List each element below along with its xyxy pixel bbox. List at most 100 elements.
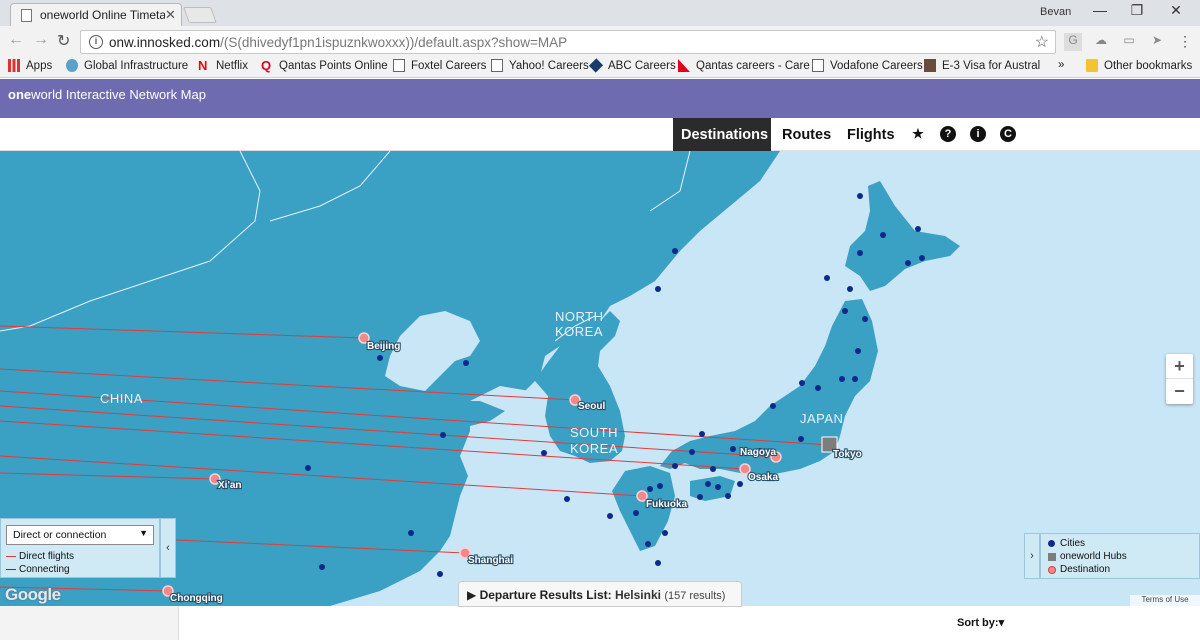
- folder-icon: [1086, 59, 1098, 72]
- city-dot-icon: [1048, 540, 1055, 547]
- connection-type-select[interactable]: Direct or connection ▼: [6, 525, 154, 545]
- url-path: /(S(dhivedyf1pn1ispuznkwoxxx))/default.a…: [220, 34, 568, 50]
- close-tab-icon[interactable]: ✕: [165, 7, 181, 23]
- select-value: Direct or connection: [13, 529, 107, 541]
- expand-arrow-icon: ▶: [467, 588, 477, 602]
- legend-cities: Cities: [1048, 538, 1085, 549]
- back-icon[interactable]: ←: [8, 31, 24, 49]
- bookmark-abc-careers[interactable]: ABC Careers: [588, 58, 676, 73]
- apps-grid-icon: [8, 59, 20, 72]
- label-south-korea-2: KOREA: [570, 441, 618, 456]
- collapse-left-panel-button[interactable]: ‹: [160, 518, 176, 578]
- bookmark-e3-visa[interactable]: E-3 Visa for Australian: [924, 59, 1040, 72]
- favorites-star-icon[interactable]: ★: [910, 126, 926, 142]
- dropdown-arrow-icon: ▼: [139, 528, 148, 538]
- bookmark-label: Vodafone Careers: [830, 59, 923, 72]
- legend-connecting-label: Connecting: [19, 564, 70, 575]
- bookmarks-bar: Apps Global Infrastructure N Netflix Q Q…: [0, 56, 1200, 78]
- label-north-korea-1: NORTH: [555, 309, 603, 324]
- bookmark-vodafone-careers[interactable]: Vodafone Careers: [812, 59, 923, 72]
- hub-square-icon: [1048, 552, 1056, 561]
- page-icon: [812, 59, 824, 72]
- bookmark-netflix[interactable]: N Netflix: [198, 59, 248, 72]
- google-logo: Google: [5, 585, 61, 604]
- bookmark-label: Yahoo! Careers: [509, 59, 589, 72]
- sort-by-dropdown[interactable]: Sort by:▾: [957, 616, 1004, 629]
- other-bookmarks-label: Other bookmarks: [1104, 59, 1193, 72]
- bookmark-label: Qantas Points Online: [279, 59, 388, 72]
- new-tab-button[interactable]: [183, 7, 217, 23]
- tab-routes[interactable]: Routes: [774, 118, 839, 151]
- expand-right-panel-button[interactable]: ›: [1024, 533, 1040, 579]
- label-chongqing: Chongqing: [170, 593, 223, 604]
- cast-icon[interactable]: ▭: [1120, 33, 1138, 51]
- departure-results-toggle[interactable]: ▶ Departure Results List: Helsinki (157 …: [458, 581, 742, 607]
- bookmark-qantas-careers[interactable]: Qantas careers - Care: [678, 59, 810, 72]
- label-beijing: Beijing: [367, 341, 400, 352]
- label-tokyo: Tokyo: [833, 449, 862, 460]
- zoom-in-button[interactable]: +: [1166, 354, 1193, 379]
- brand-title: world Interactive Network Map: [31, 87, 206, 102]
- cloud-icon[interactable]: ☁: [1092, 33, 1110, 51]
- browser-tab[interactable]: oneworld Online Timetab ✕: [10, 3, 182, 26]
- bookmark-label: E-3 Visa for Australian: [942, 59, 1040, 72]
- legend-direct-label: Direct flights: [19, 551, 75, 562]
- label-shanghai: Shanghai: [468, 555, 513, 566]
- zoom-out-button[interactable]: −: [1166, 379, 1193, 404]
- qantas-q-icon: Q: [261, 58, 272, 73]
- results-count: (157 results): [664, 590, 726, 602]
- reset-icon[interactable]: C: [1000, 126, 1016, 142]
- red-line-icon: [6, 555, 16, 558]
- label-nagoya: Nagoya: [740, 447, 777, 458]
- help-icon[interactable]: ?: [940, 126, 956, 142]
- results-label: Departure Results List:: [479, 588, 612, 602]
- zoom-control: + −: [1166, 354, 1193, 404]
- address-bar[interactable]: i onw.innosked.com /(S(dhivedyf1pn1ispuz…: [80, 30, 1056, 54]
- label-north-korea-2: KOREA: [555, 324, 603, 339]
- label-osaka: Osaka: [748, 472, 778, 483]
- info-icon[interactable]: i: [970, 126, 986, 142]
- browser-tabstrip: oneworld Online Timetab ✕ Bevan — ❐ ✕: [0, 0, 1200, 26]
- extension-g-icon[interactable]: G: [1064, 33, 1082, 51]
- minimize-icon[interactable]: —: [1088, 2, 1112, 18]
- label-seoul: Seoul: [578, 401, 605, 412]
- bookmark-label: Apps: [26, 59, 53, 72]
- results-city: Helsinki: [614, 588, 661, 602]
- tab-flights[interactable]: Flights: [839, 118, 903, 151]
- close-window-icon[interactable]: ✕: [1164, 2, 1188, 19]
- bookmark-label: Foxtel Careers: [411, 59, 487, 72]
- extension-arrow-icon[interactable]: ➤: [1148, 33, 1166, 51]
- tab-title: oneworld Online Timetab: [40, 8, 165, 22]
- legend-cities-label: Cities: [1060, 538, 1086, 549]
- forward-icon[interactable]: →: [33, 31, 49, 49]
- bookmark-qantas-points[interactable]: Q Qantas Points Online: [261, 59, 388, 72]
- network-map[interactable]: CHINA NORTH KOREA SOUTH KOREA JAPAN Beij…: [0, 151, 1200, 606]
- menu-icon[interactable]: ⋮: [1176, 33, 1194, 51]
- tab-destinations[interactable]: Destinations: [673, 118, 771, 151]
- bookmark-yahoo-careers[interactable]: Yahoo! Careers: [491, 59, 589, 72]
- label-japan: JAPAN: [800, 411, 843, 426]
- kangaroo-icon: [678, 59, 690, 72]
- bookmark-star-icon[interactable]: ☆: [1035, 32, 1049, 52]
- bookmark-global-infrastructure[interactable]: Global Infrastructure: [66, 59, 188, 72]
- bookmark-foxtel-careers[interactable]: Foxtel Careers: [393, 59, 486, 72]
- profile-name[interactable]: Bevan: [1040, 6, 1071, 18]
- terms-of-use-link[interactable]: Terms of Use: [1130, 595, 1200, 606]
- other-bookmarks[interactable]: Other bookmarks: [1086, 59, 1192, 72]
- page-icon: [21, 8, 32, 22]
- main-nav: Destinations Routes Flights ★ ? i C: [0, 118, 1200, 151]
- legend-connecting: Connecting: [6, 564, 70, 575]
- restore-icon[interactable]: ❐: [1125, 2, 1149, 19]
- legend-destination-label: Destination: [1060, 564, 1111, 575]
- legend-hubs: oneworld Hubs: [1048, 551, 1127, 562]
- blue-line-icon: [6, 568, 16, 571]
- reload-icon[interactable]: ↻: [57, 31, 70, 51]
- info-icon[interactable]: i: [89, 35, 103, 49]
- legend-destination: Destination: [1048, 564, 1110, 575]
- bookmarks-overflow-icon[interactable]: »: [1058, 59, 1064, 71]
- results-bar: [0, 606, 1200, 640]
- page-icon: [491, 59, 503, 72]
- sort-by-label: Sort by:: [957, 617, 999, 629]
- bookmark-apps[interactable]: Apps: [8, 59, 52, 72]
- legend-hubs-label: oneworld Hubs: [1060, 551, 1127, 562]
